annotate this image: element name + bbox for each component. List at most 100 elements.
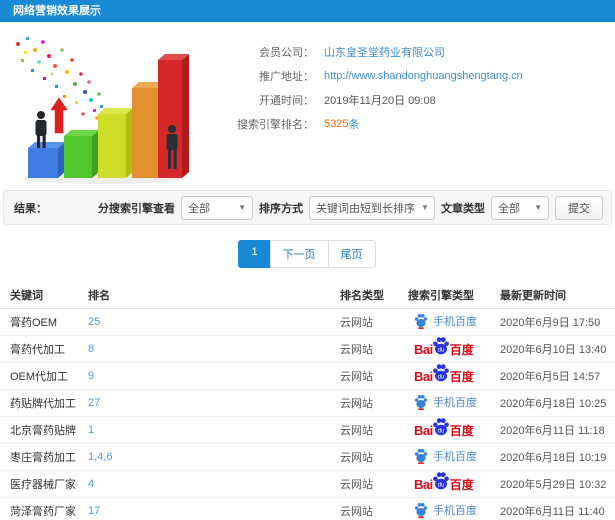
table-row: OEM代加工 9 云网站 Bai du 百度 2020年6月5日 14:57 bbox=[0, 363, 615, 390]
open-time-label: 开通时间： bbox=[259, 95, 314, 107]
table-row: 医疗器械厂家 4 云网站 Bai du 百度 2020年5月29日 10:32 bbox=[0, 471, 615, 498]
baidu-logo-cn-text: 百度 bbox=[449, 369, 474, 384]
mobile-baidu-logo: 手机百度 bbox=[414, 394, 477, 410]
mobile-baidu-paw-icon bbox=[414, 448, 428, 464]
baidu-paw-icon: du bbox=[432, 337, 449, 355]
rank-cell[interactable]: 1 bbox=[88, 424, 340, 436]
marketing-bar-chart-illustration bbox=[16, 37, 189, 184]
rank-type-cell: 云网站 bbox=[340, 452, 373, 464]
submit-button[interactable]: 提交 bbox=[555, 195, 603, 220]
rank-cell[interactable]: 25 bbox=[88, 316, 340, 328]
update-time-cell: 2020年5月29日 10:32 bbox=[500, 479, 607, 491]
info-section: 会员公司： 山东皇圣堂药业有限公司 推广地址： http://www.shand… bbox=[0, 22, 615, 190]
update-time-cell: 2020年6月9日 17:50 bbox=[500, 317, 601, 329]
rank-cell[interactable]: 9 bbox=[88, 370, 340, 382]
engine-cell: 手机百度 bbox=[408, 448, 500, 467]
table-header: 关键词 排名 排名类型 搜索引擎类型 最新更新时间 bbox=[0, 281, 615, 309]
filter-controls: 分搜索引擎查看 全部 ▼ 排序方式 关键词由短到长排序 ▼ 文章类型 全部 ▼ … bbox=[98, 195, 603, 220]
baidu-paw-icon: du bbox=[432, 472, 449, 490]
table-row: 枣庄膏药加工 1,4,6 云网站 手机百度 2020年6月18日 10:19 bbox=[0, 444, 615, 471]
engine-view-selected: 全部 bbox=[188, 202, 210, 215]
result-label: 结果： bbox=[14, 202, 47, 215]
rank-type-cell: 云网站 bbox=[340, 398, 373, 410]
svg-text:du: du bbox=[437, 428, 444, 434]
mobile-baidu-logo: 手机百度 bbox=[414, 313, 477, 329]
mobile-baidu-label: 手机百度 bbox=[433, 315, 477, 328]
table-row: 北京膏药贴牌 1 云网站 Bai du 百度 2020年6月11日 11:18 bbox=[0, 417, 615, 444]
mobile-baidu-logo: 手机百度 bbox=[414, 448, 477, 464]
sort-select[interactable]: 关键词由短到长排序 ▼ bbox=[309, 195, 435, 220]
keyword-cell: 膏药OEM bbox=[10, 317, 58, 329]
open-time-value: 2019年11月20日 09:08 bbox=[324, 95, 436, 107]
engine-cell: Bai du 百度 bbox=[408, 418, 500, 439]
engine-cell: Bai du 百度 bbox=[408, 472, 500, 493]
col-engine-type: 搜索引擎类型 bbox=[408, 289, 474, 302]
rank-cell[interactable]: 8 bbox=[88, 343, 340, 355]
rank-type-cell: 云网站 bbox=[340, 344, 373, 356]
baidu-logo-cn-text: 百度 bbox=[449, 423, 474, 438]
keyword-cell: 菏泽膏药厂家 bbox=[10, 506, 76, 518]
rank-cell[interactable]: 27 bbox=[88, 397, 340, 409]
last-page-button[interactable]: 尾页 bbox=[327, 240, 376, 268]
col-rank-type: 排名类型 bbox=[340, 289, 384, 302]
mobile-baidu-label: 手机百度 bbox=[433, 396, 477, 409]
article-type-select[interactable]: 全部 ▼ bbox=[491, 195, 549, 220]
keyword-cell: 医疗器械厂家 bbox=[10, 479, 76, 491]
rank-type-cell: 云网站 bbox=[340, 317, 373, 329]
engine-cell: Bai du 百度 bbox=[408, 364, 500, 385]
rank-cell[interactable]: 1,4,6 bbox=[88, 451, 340, 463]
update-time-cell: 2020年6月18日 10:19 bbox=[500, 452, 607, 464]
promo-url-link[interactable]: http://www.shandonghuangshengtang.cn bbox=[324, 70, 523, 82]
rank-cell[interactable]: 17 bbox=[88, 505, 340, 517]
baidu-logo-cn-text: 百度 bbox=[449, 477, 474, 492]
baidu-logo: Bai du 百度 bbox=[414, 337, 474, 358]
baidu-logo: Bai du 百度 bbox=[414, 418, 474, 439]
keyword-cell: 药贴牌代加工 bbox=[10, 398, 76, 410]
keyword-cell: 北京膏药贴牌 bbox=[10, 425, 76, 437]
baidu-logo-text: Bai bbox=[414, 341, 433, 357]
chevron-down-icon: ▼ bbox=[534, 203, 542, 212]
chevron-down-icon: ▼ bbox=[421, 203, 429, 212]
baidu-logo-cn-text: 百度 bbox=[449, 342, 474, 357]
table-row: 膏药OEM 25 云网站 手机百度 2020年6月9日 17:50 bbox=[0, 309, 615, 336]
update-time-cell: 2020年6月10日 13:40 bbox=[500, 344, 607, 356]
engine-cell: 手机百度 bbox=[408, 502, 500, 520]
pagination: 1 下一页 尾页 bbox=[0, 240, 615, 268]
sort-selected: 关键词由短到长排序 bbox=[316, 202, 415, 215]
baidu-paw-icon: du bbox=[432, 418, 449, 436]
chevron-down-icon: ▼ bbox=[238, 203, 246, 212]
engine-view-select[interactable]: 全部 ▼ bbox=[181, 195, 253, 220]
keyword-cell: OEM代加工 bbox=[10, 371, 69, 383]
update-time-cell: 2020年6月18日 10:25 bbox=[500, 398, 607, 410]
baidu-logo-text: Bai bbox=[414, 368, 433, 384]
col-update-time: 最新更新时间 bbox=[500, 289, 566, 302]
mobile-baidu-label: 手机百度 bbox=[433, 504, 477, 517]
engine-rank-label: 搜索引擎排名： bbox=[237, 119, 314, 131]
info-fields: 会员公司： 山东皇圣堂药业有限公司 推广地址： http://www.shand… bbox=[190, 30, 523, 186]
baidu-logo-text: Bai bbox=[414, 476, 433, 492]
filter-bar: 结果： 分搜索引擎查看 全部 ▼ 排序方式 关键词由短到长排序 ▼ 文章类型 全… bbox=[3, 190, 612, 225]
svg-text:du: du bbox=[437, 374, 444, 380]
member-company-link[interactable]: 山东皇圣堂药业有限公司 bbox=[324, 44, 445, 60]
engine-cell: 手机百度 bbox=[408, 313, 500, 332]
ranking-table: 关键词 排名 排名类型 搜索引擎类型 最新更新时间 膏药OEM 25 云网站 手… bbox=[0, 281, 615, 520]
rank-type-cell: 云网站 bbox=[340, 479, 373, 491]
baidu-paw-icon: du bbox=[432, 364, 449, 382]
table-body: 膏药OEM 25 云网站 手机百度 2020年6月9日 17:50 膏药代加工 … bbox=[0, 309, 615, 520]
rank-cell[interactable]: 4 bbox=[88, 478, 340, 490]
engine-cell: 手机百度 bbox=[408, 394, 500, 413]
promo-url-label: 推广地址： bbox=[259, 71, 314, 83]
rank-type-cell: 云网站 bbox=[340, 506, 373, 518]
col-rank: 排名 bbox=[88, 289, 110, 302]
table-row: 药贴牌代加工 27 云网站 手机百度 2020年6月18日 10:25 bbox=[0, 390, 615, 417]
rank-type-cell: 云网站 bbox=[340, 371, 373, 383]
page-1-button[interactable]: 1 bbox=[238, 240, 271, 268]
rank-type-cell: 云网站 bbox=[340, 425, 373, 437]
baidu-logo: Bai du 百度 bbox=[414, 472, 474, 493]
mobile-baidu-paw-icon bbox=[414, 502, 428, 518]
member-company-label: 会员公司： bbox=[259, 47, 314, 59]
article-type-label: 文章类型 bbox=[441, 202, 485, 215]
engine-view-label: 分搜索引擎查看 bbox=[98, 202, 175, 215]
sort-label: 排序方式 bbox=[259, 202, 303, 215]
next-page-button[interactable]: 下一页 bbox=[269, 240, 329, 268]
